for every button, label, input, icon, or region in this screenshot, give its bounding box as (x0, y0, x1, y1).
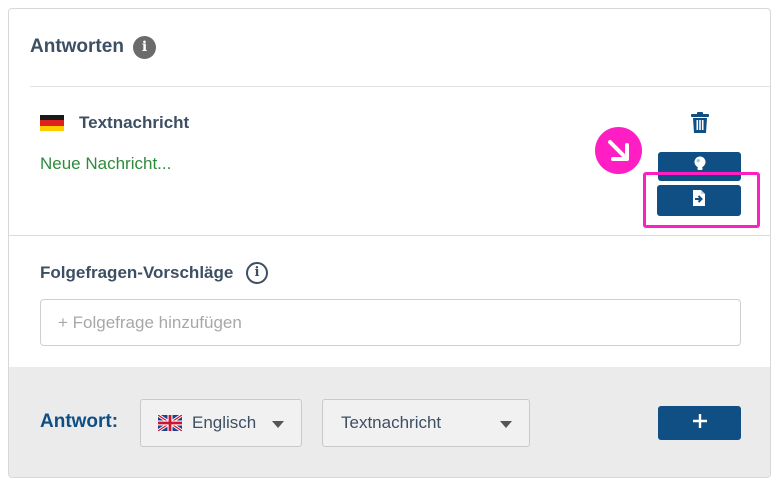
language-select[interactable]: Englisch (140, 399, 302, 447)
response-message-text[interactable]: Neue Nachricht... (40, 154, 171, 174)
plus-icon (692, 413, 708, 434)
followup-input[interactable] (40, 299, 741, 346)
trash-icon[interactable] (690, 112, 710, 134)
followups-label: Folgefragen-Vorschläge (40, 263, 234, 282)
language-select-value: Englisch (192, 413, 257, 432)
arrow-down-right-icon (595, 127, 642, 174)
chevron-down-icon (500, 421, 512, 428)
add-answer-button[interactable] (658, 406, 741, 440)
flag-uk-icon (157, 413, 183, 433)
type-select-value: Textnachricht (341, 413, 442, 432)
info-icon[interactable]: i (133, 36, 156, 59)
response-type-label: Textnachricht (79, 113, 190, 132)
highlight-box (643, 172, 760, 228)
divider (9, 235, 770, 236)
info-icon[interactable]: i (246, 262, 268, 284)
answer-label: Antwort: (40, 411, 119, 432)
section-title: Antworten (30, 36, 124, 57)
answers-card: Antworten i Textnachricht Neue Nachricht… (8, 8, 771, 478)
flag-germany-icon (40, 115, 64, 132)
chevron-down-icon (272, 421, 284, 428)
type-select[interactable]: Textnachricht (322, 399, 530, 447)
divider (30, 86, 770, 87)
